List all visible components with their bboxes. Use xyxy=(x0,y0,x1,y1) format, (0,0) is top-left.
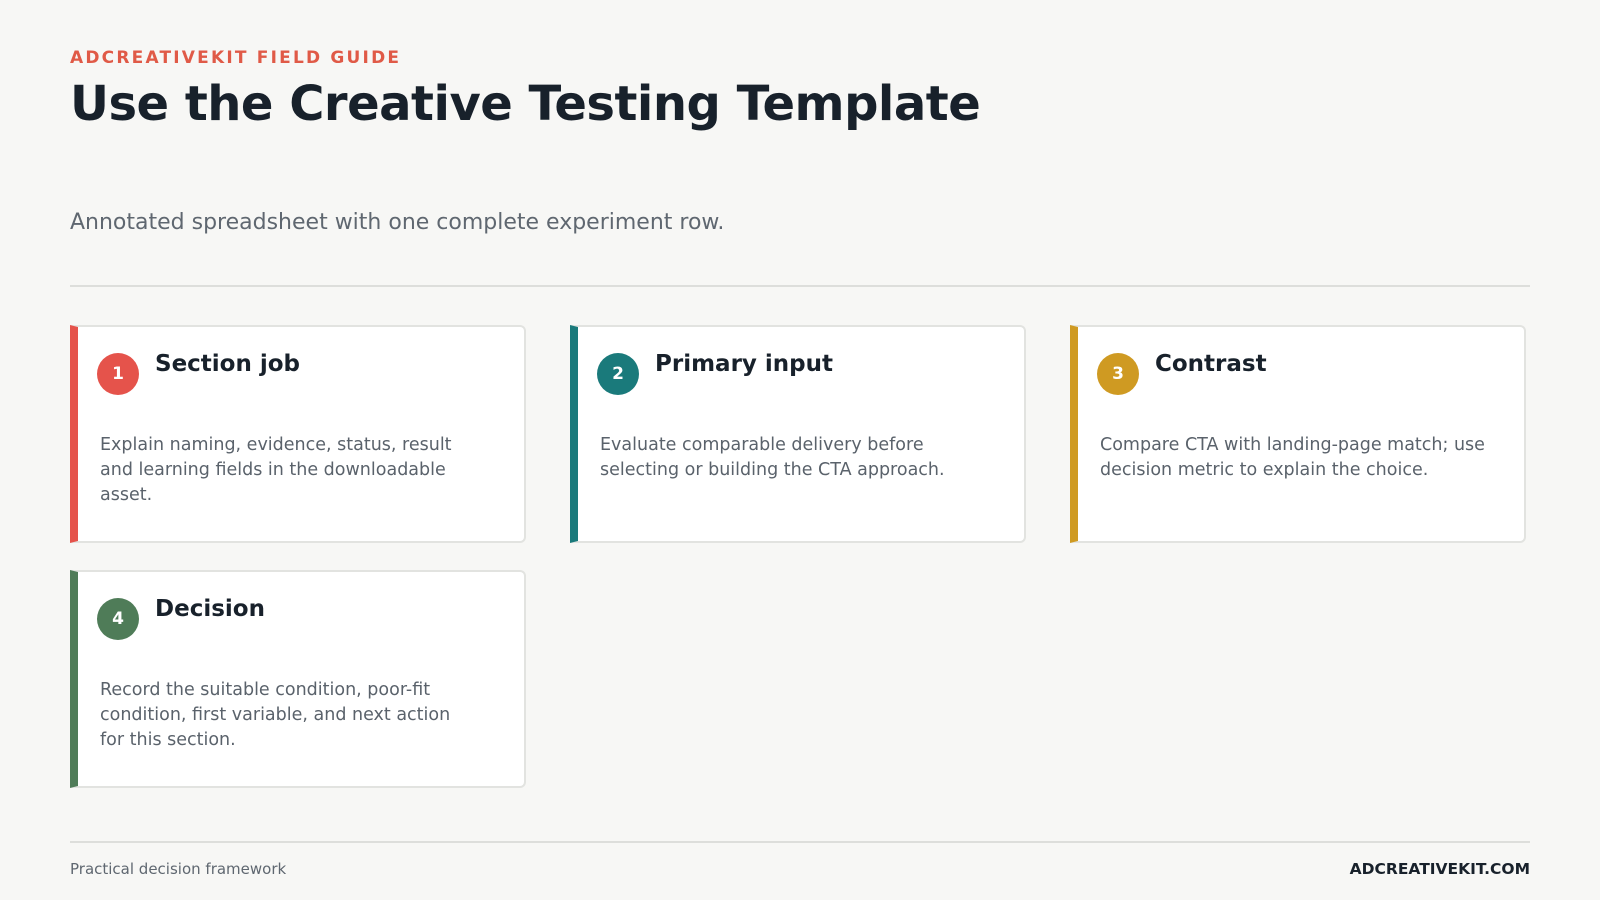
footer-tagline: Practical decision framework xyxy=(70,860,287,878)
top-divider xyxy=(70,285,1530,287)
card-title: Section job xyxy=(155,351,301,377)
card-title: Decision xyxy=(155,596,265,622)
number-badge: 4 xyxy=(97,598,139,640)
card-description: Explain naming, evidence, status, result… xyxy=(100,435,452,505)
number-badge: 1 xyxy=(97,353,139,395)
card-description: Evaluate comparable delivery before sele… xyxy=(600,435,945,480)
eyebrow-label: ADCREATIVEKIT FIELD GUIDE xyxy=(70,48,402,68)
card-description: Compare CTA with landing-page match; use… xyxy=(1100,435,1485,480)
card-description: Record the suitable condition, poor-fit … xyxy=(100,680,451,750)
number-badge: 2 xyxy=(597,353,639,395)
card-title: Contrast xyxy=(1155,351,1267,377)
number-badge: 3 xyxy=(1097,353,1139,395)
card-decision: 4 Decision Record the suitable condition… xyxy=(70,570,526,788)
card-section-job: 1 Section job Explain naming, evidence, … xyxy=(70,325,526,543)
footer-site-link[interactable]: ADCREATIVEKIT.COM xyxy=(1350,860,1530,878)
card-title: Primary input xyxy=(655,351,834,377)
page-subtitle: Annotated spreadsheet with one complete … xyxy=(70,210,725,235)
card-primary-input: 2 Primary input Evaluate comparable deli… xyxy=(570,325,1026,543)
page-title: Use the Creative Testing Template xyxy=(70,76,981,132)
card-contrast: 3 Contrast Compare CTA with landing-page… xyxy=(1070,325,1526,543)
bottom-divider xyxy=(70,841,1530,843)
